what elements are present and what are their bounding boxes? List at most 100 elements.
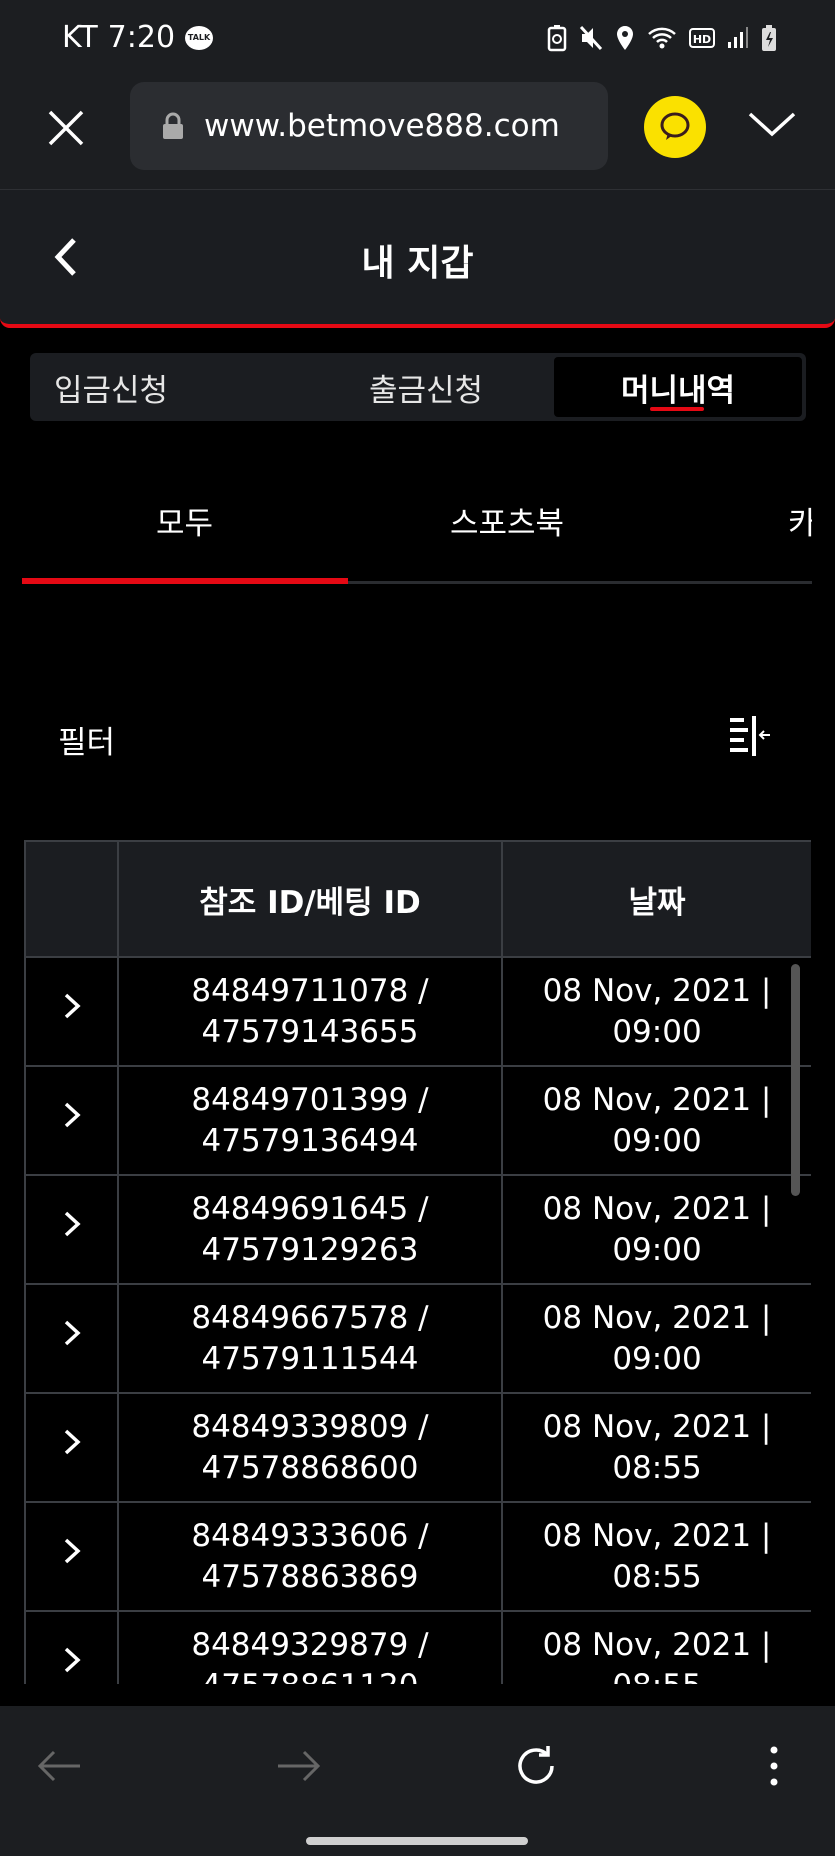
page-header: 내 지갑 bbox=[0, 190, 835, 328]
ref-bet-id-cell: 84849339809 / 47578868600 bbox=[117, 1392, 503, 1503]
date: 08 Nov, 2021 | bbox=[542, 1517, 772, 1554]
bet-id: 47578863869 bbox=[201, 1558, 419, 1595]
time: 08:55 bbox=[612, 1449, 702, 1486]
bet-id: 47578868600 bbox=[201, 1449, 419, 1486]
status-icons: HD bbox=[547, 24, 777, 56]
more-vertical-icon bbox=[770, 1746, 778, 1786]
chevron-right-icon bbox=[64, 993, 81, 1019]
kakao-chat-button[interactable] bbox=[644, 96, 706, 158]
page-title: 내 지갑 bbox=[361, 243, 474, 284]
wifi-icon bbox=[647, 26, 677, 54]
table-row[interactable]: 84849667578 / 47579111544 08 Nov, 2021 | 09… bbox=[24, 1283, 811, 1394]
time: 09:00 bbox=[612, 1122, 702, 1159]
url-text: www.betmove888.com bbox=[204, 108, 560, 144]
row-expand-cell[interactable] bbox=[24, 1065, 119, 1176]
signal-icon bbox=[727, 26, 749, 54]
bet-id: 47578861120 bbox=[119, 1666, 501, 1685]
row-expand-cell[interactable] bbox=[24, 1283, 119, 1394]
arrow-right-icon bbox=[278, 1750, 321, 1782]
date-cell: 08 Nov, 2021 | 08:55 bbox=[501, 1392, 811, 1503]
close-tab-button[interactable] bbox=[44, 106, 88, 150]
segment-withdraw-request[interactable]: 출금신청 bbox=[302, 353, 550, 421]
tab-menu-button[interactable] bbox=[744, 102, 800, 146]
address-bar[interactable]: www.betmove888.com bbox=[130, 82, 608, 170]
date: 08 Nov, 2021 | bbox=[542, 1190, 772, 1227]
ref-bet-id-cell: 84849333606 / 47578863869 bbox=[117, 1501, 503, 1612]
ref-id: 84849711078 / bbox=[191, 972, 429, 1009]
filter-label: 필터 bbox=[58, 725, 116, 761]
date: 08 Nov, 2021 | bbox=[542, 1626, 772, 1663]
more-menu-button[interactable] bbox=[748, 1740, 800, 1792]
kakaotalk-notification-icon: TALK bbox=[185, 25, 214, 50]
history-category-tabs: 모두 스포츠북 카 bbox=[22, 470, 812, 584]
reload-icon bbox=[518, 1746, 554, 1784]
ref-id: 84849691645 / bbox=[191, 1190, 429, 1227]
chevron-right-icon bbox=[64, 1429, 81, 1455]
row-expand-cell[interactable] bbox=[24, 956, 119, 1067]
table-row[interactable]: 84849691645 / 47579129263 08 Nov, 2021 | 09… bbox=[24, 1174, 811, 1285]
date-cell: 08 Nov, 2021 | 09:00 bbox=[501, 1065, 811, 1176]
time: 08:55 bbox=[612, 1558, 702, 1595]
forward-nav-button[interactable] bbox=[272, 1740, 324, 1792]
table-header-row: 참조 ID/베팅 ID 날짜 bbox=[24, 840, 811, 958]
location-icon bbox=[615, 25, 635, 55]
table-row[interactable]: 84849711078 / 47579143655 08 Nov, 2021 | 09… bbox=[24, 956, 811, 1067]
tab-sportsbook[interactable]: 스포츠북 bbox=[450, 498, 564, 543]
date: 08 Nov, 2021 | bbox=[542, 972, 772, 1009]
ref-bet-id-cell: 84849711078 / 47579143655 bbox=[117, 956, 503, 1067]
segment-money-history-label: 머니내역 bbox=[620, 372, 736, 409]
chevron-right-icon bbox=[64, 1320, 81, 1346]
table-scrollbar[interactable] bbox=[791, 964, 800, 1196]
ref-id: 84849667578 / bbox=[191, 1299, 429, 1336]
bet-id: 47579136494 bbox=[201, 1122, 419, 1159]
browser-bottom-nav bbox=[0, 1706, 835, 1824]
carrier-label: KT bbox=[62, 20, 98, 55]
date-cell: 08 Nov, 2021 | 09:00 bbox=[501, 1174, 811, 1285]
tab-all[interactable]: 모두 bbox=[156, 498, 213, 543]
chevron-right-icon bbox=[64, 1102, 81, 1128]
table-row[interactable]: 84849339809 /47578868600 08 Nov, 2021 | 08… bbox=[24, 1392, 811, 1503]
row-expand-cell[interactable] bbox=[24, 1392, 119, 1503]
column-header-ref-id: 참조 ID/베팅 ID bbox=[117, 840, 503, 958]
row-expand-cell[interactable] bbox=[24, 1174, 119, 1285]
ref-bet-id-cell: 84849691645 / 47579129263 bbox=[117, 1174, 503, 1285]
hd-icon: HD bbox=[689, 28, 715, 52]
segment-deposit-request[interactable]: 입금신청 bbox=[30, 353, 302, 421]
time: 09:00 bbox=[612, 1340, 702, 1377]
row-expand-cell[interactable] bbox=[24, 1501, 119, 1612]
date: 08 Nov, 2021 | bbox=[542, 1081, 772, 1118]
date-cell: 08 Nov, 2021 | 08:55 bbox=[501, 1610, 811, 1685]
chat-bubble-icon bbox=[660, 112, 690, 140]
date-cell: 08 Nov, 2021 | 09:00 bbox=[501, 956, 811, 1067]
wallet-segment-tabs: 입금신청 출금신청 머니내역 bbox=[30, 353, 806, 421]
date: 08 Nov, 2021 | bbox=[542, 1408, 772, 1445]
home-indicator[interactable] bbox=[306, 1837, 528, 1845]
ref-bet-id-cell: 84849329879 / 47578861120 bbox=[117, 1610, 503, 1685]
date-cell: 08 Nov, 2021 | 08:55 bbox=[501, 1501, 811, 1612]
table-row[interactable]: 84849329879 /4757886112008 Nov, 2021 |08… bbox=[24, 1610, 811, 1685]
status-bar: KT 7:20 TALK HD bbox=[0, 0, 835, 80]
table-row[interactable]: 84849333606 /47578863869 08 Nov, 2021 | 08… bbox=[24, 1501, 811, 1612]
table-row[interactable]: 84849701399 / 47579136494 08 Nov, 2021 | 09… bbox=[24, 1065, 811, 1176]
mute-icon bbox=[579, 25, 603, 55]
svg-text:HD: HD bbox=[693, 33, 711, 46]
chevron-down-icon bbox=[748, 112, 796, 137]
ref-id: 84849333606 / bbox=[191, 1517, 429, 1554]
column-header-date: 날짜 bbox=[501, 840, 811, 958]
clock: 7:20 bbox=[107, 20, 176, 55]
lock-icon bbox=[162, 112, 184, 140]
tab-partial[interactable]: 카 bbox=[788, 498, 812, 543]
status-left: KT 7:20 TALK bbox=[62, 20, 214, 55]
back-nav-button[interactable] bbox=[34, 1740, 86, 1792]
active-tab-indicator bbox=[22, 578, 348, 584]
ref-bet-id-cell: 84849701399 / 47579136494 bbox=[117, 1065, 503, 1176]
date-cell: 08 Nov, 2021 | 09:00 bbox=[501, 1283, 811, 1394]
filter-toggle-button[interactable] bbox=[726, 712, 774, 760]
segment-money-history[interactable]: 머니내역 bbox=[554, 357, 802, 417]
reload-button[interactable] bbox=[510, 1740, 562, 1792]
date: 08 Nov, 2021 | bbox=[542, 1299, 772, 1336]
time: 09:00 bbox=[612, 1013, 702, 1050]
time: 08:55 bbox=[503, 1666, 811, 1685]
row-expand-cell[interactable] bbox=[24, 1610, 119, 1684]
time: 09:00 bbox=[612, 1231, 702, 1268]
